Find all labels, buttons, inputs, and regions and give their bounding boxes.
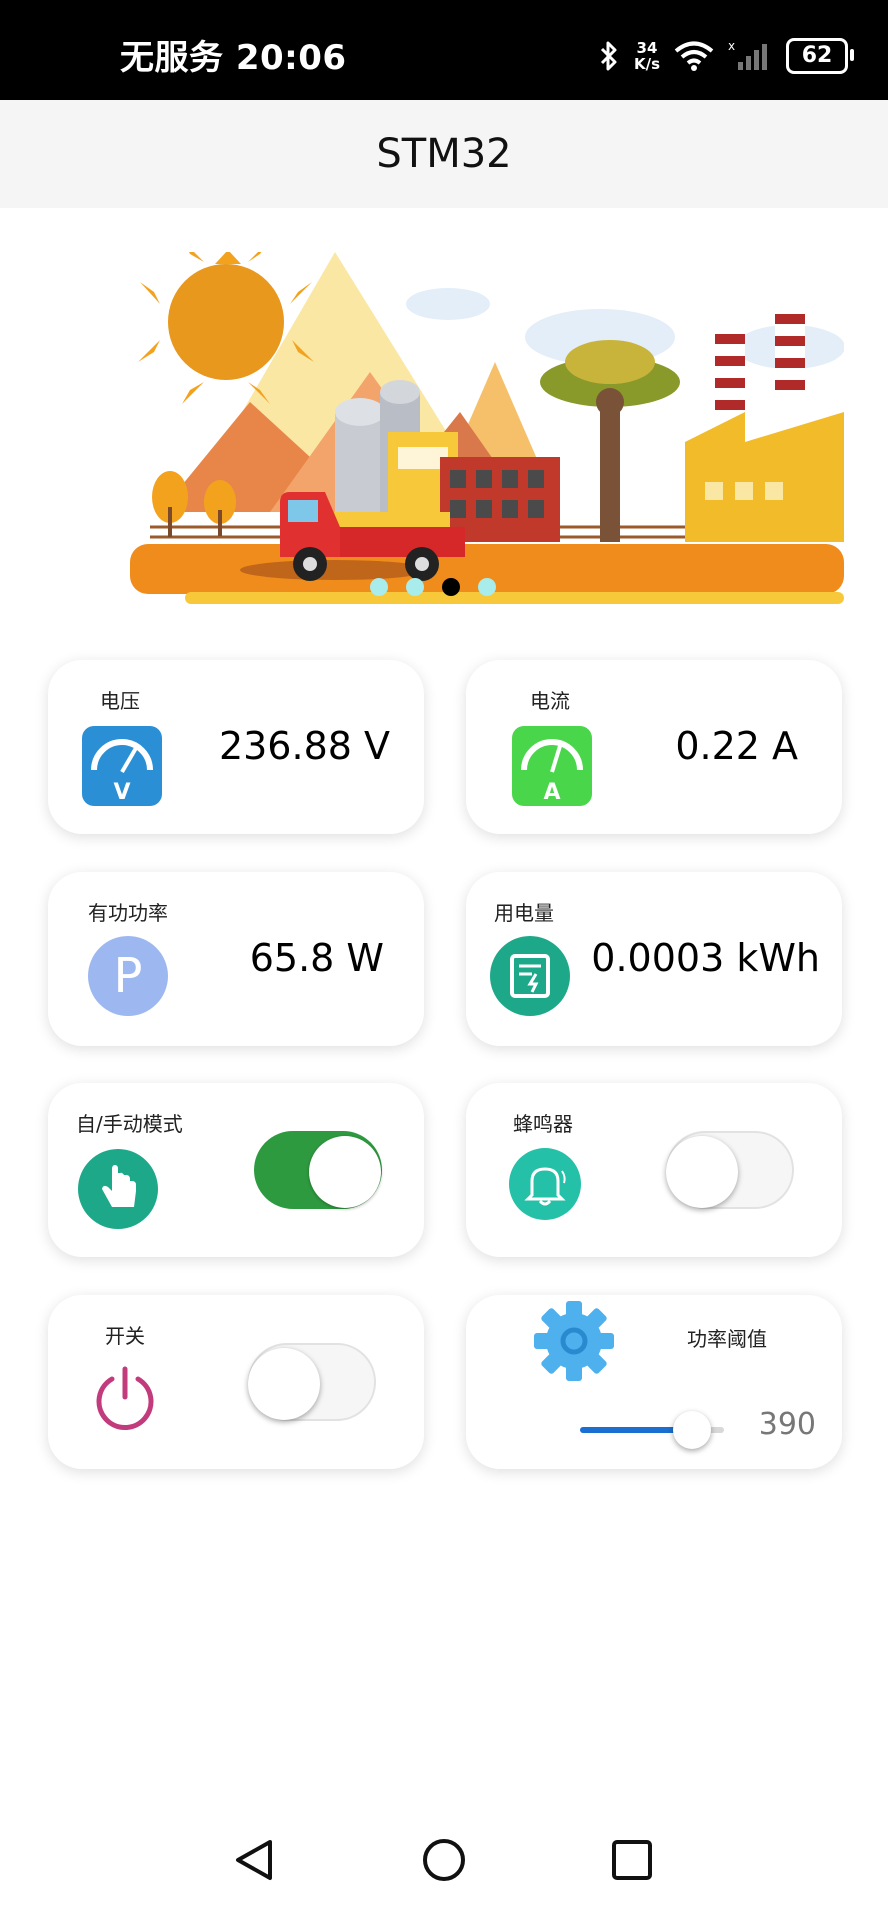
signal-icon: x bbox=[728, 40, 767, 70]
recents-button[interactable] bbox=[602, 1830, 662, 1890]
page-title: STM32 bbox=[376, 131, 512, 177]
status-bar: 无服务 20:06 34 K/s x 62 bbox=[0, 0, 888, 100]
carousel-dot[interactable] bbox=[406, 578, 424, 596]
bell-icon bbox=[509, 1148, 581, 1220]
power-icon bbox=[96, 1366, 154, 1430]
energy-card: 用电量 0.0003 kWh bbox=[466, 872, 842, 1046]
svg-text:A: A bbox=[543, 780, 560, 805]
voltmeter-icon: V bbox=[82, 726, 162, 806]
carousel-dot-active[interactable] bbox=[442, 578, 460, 596]
palm-tree bbox=[540, 340, 680, 542]
buzzer-switch[interactable] bbox=[666, 1131, 794, 1209]
buzzer-card: 蜂鸣器 bbox=[466, 1083, 842, 1257]
recents-icon bbox=[612, 1840, 652, 1880]
switch-knob bbox=[666, 1136, 738, 1208]
mode-label: 自/手动模式 bbox=[76, 1112, 183, 1136]
banner-illustration bbox=[130, 252, 844, 604]
svg-text:x: x bbox=[728, 40, 735, 53]
buzzer-label: 蜂鸣器 bbox=[513, 1112, 573, 1136]
svg-text:P: P bbox=[114, 948, 143, 1004]
status-icons: 34 K/s x 62 bbox=[598, 36, 854, 76]
home-button[interactable] bbox=[414, 1830, 474, 1890]
power-switch-card: 开关 bbox=[48, 1295, 424, 1469]
battery-icon: 62 bbox=[786, 38, 854, 74]
speed-value: 34 bbox=[636, 39, 658, 57]
gear-icon bbox=[534, 1301, 614, 1381]
current-value: 0.22 A bbox=[675, 724, 798, 768]
hand-icon bbox=[78, 1149, 158, 1229]
power-card: 有功功率 P 65.8 W bbox=[48, 872, 424, 1046]
switch-knob bbox=[248, 1348, 320, 1420]
carousel-dot[interactable] bbox=[478, 578, 496, 596]
threshold-slider[interactable] bbox=[580, 1411, 724, 1449]
app-bar: STM32 bbox=[0, 100, 888, 208]
energy-value: 0.0003 kWh bbox=[591, 936, 820, 980]
energy-label: 用电量 bbox=[494, 901, 554, 925]
power-value: 65.8 W bbox=[249, 936, 384, 980]
power-p-icon: P bbox=[88, 936, 168, 1016]
threshold-card: 功率阈值 390 bbox=[466, 1295, 842, 1469]
bluetooth-icon bbox=[600, 41, 617, 71]
carousel-indicators bbox=[370, 578, 496, 596]
power-switch-label: 开关 bbox=[105, 1324, 145, 1348]
mode-switch[interactable] bbox=[254, 1131, 382, 1209]
voltage-card: 电压 V 236.88 V bbox=[48, 660, 424, 834]
back-icon bbox=[236, 1840, 272, 1880]
back-button[interactable] bbox=[224, 1830, 284, 1890]
navigation-bar bbox=[0, 1830, 888, 1920]
carousel-dot[interactable] bbox=[370, 578, 388, 596]
slider-thumb[interactable] bbox=[673, 1411, 712, 1449]
svg-text:V: V bbox=[113, 780, 130, 805]
speed-unit: K/s bbox=[633, 55, 660, 73]
switch-knob bbox=[309, 1136, 381, 1208]
banner-carousel[interactable] bbox=[130, 252, 844, 612]
voltage-value: 236.88 V bbox=[218, 724, 390, 768]
wifi-icon bbox=[674, 41, 714, 71]
threshold-label: 功率阈值 bbox=[687, 1327, 767, 1351]
power-label: 有功功率 bbox=[88, 901, 168, 925]
mode-card: 自/手动模式 bbox=[48, 1083, 424, 1257]
energy-meter-icon bbox=[490, 936, 570, 1016]
current-card: 电流 A 0.22 A bbox=[466, 660, 842, 834]
status-carrier-time: 无服务 20:06 bbox=[120, 38, 347, 78]
power-switch[interactable] bbox=[248, 1343, 376, 1421]
voltage-label: 电压 bbox=[100, 689, 140, 713]
ammeter-icon: A bbox=[512, 726, 592, 806]
home-icon bbox=[423, 1839, 465, 1881]
threshold-value: 390 bbox=[758, 1407, 816, 1442]
current-label: 电流 bbox=[530, 689, 570, 713]
network-speed: 34 K/s bbox=[634, 40, 660, 72]
